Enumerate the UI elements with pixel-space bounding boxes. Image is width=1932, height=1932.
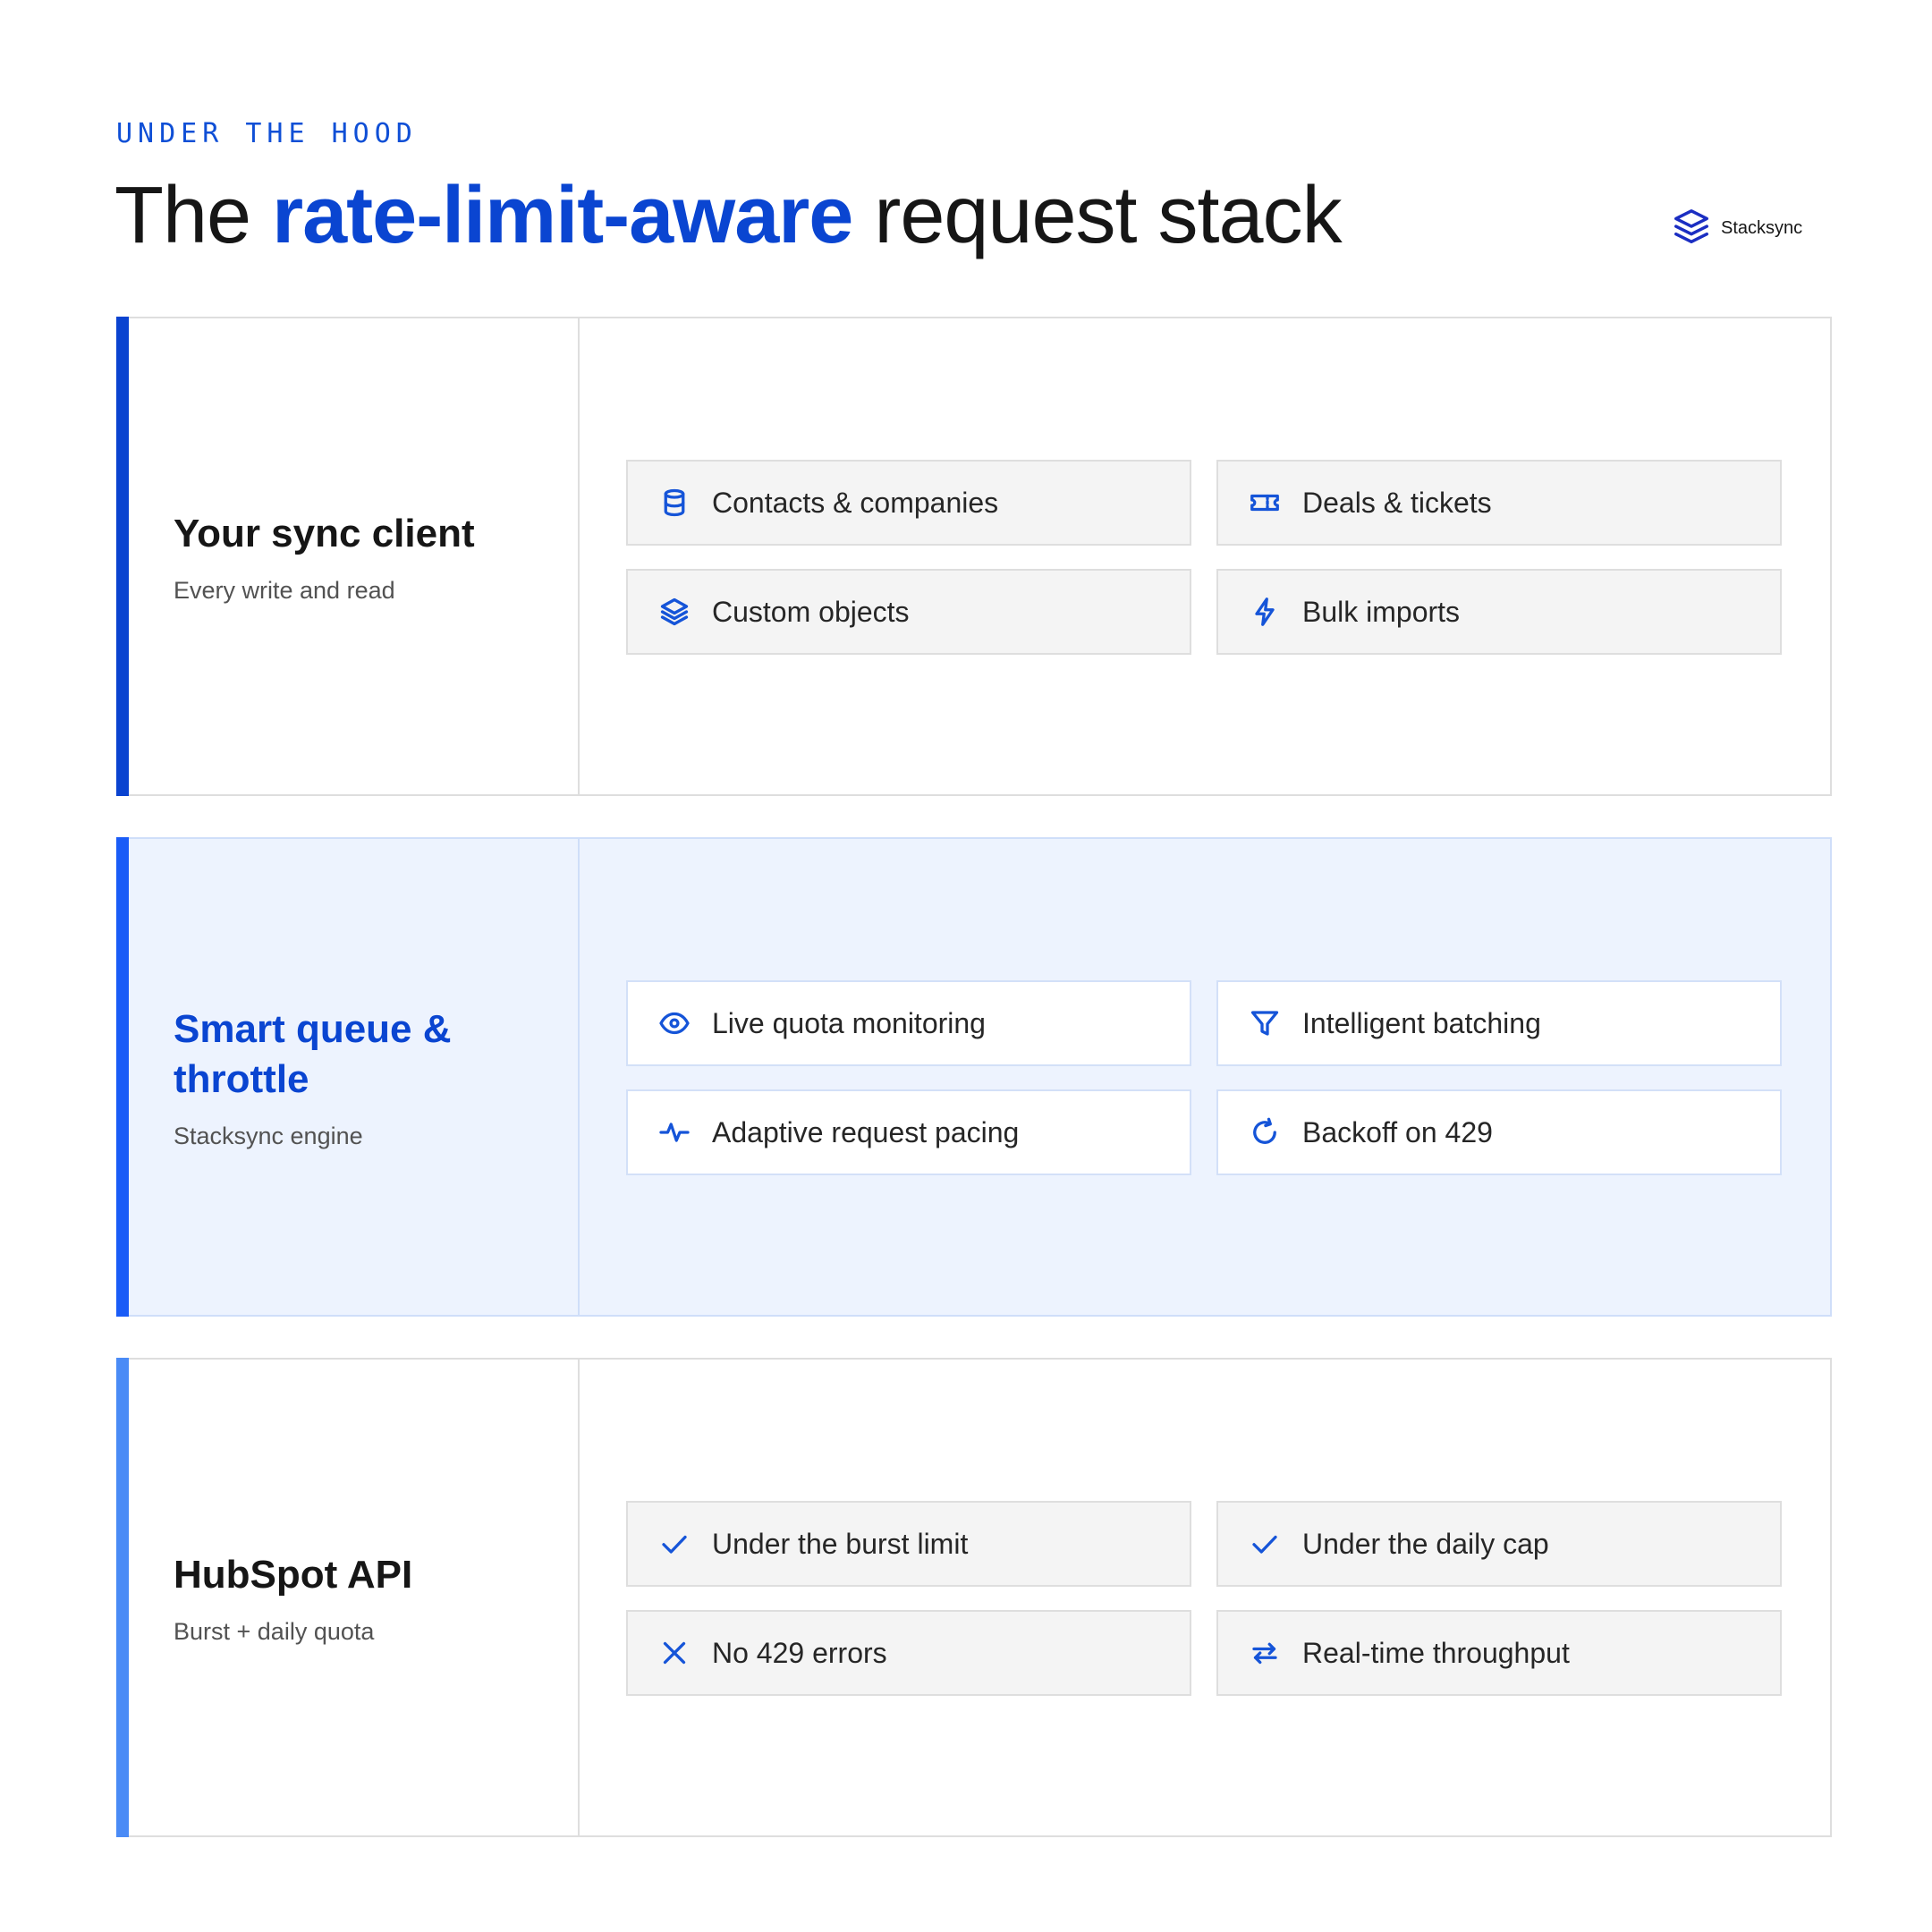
feature-card-quota-monitoring: Live quota monitoring <box>626 980 1191 1066</box>
feature-label: Bulk imports <box>1302 595 1461 628</box>
layer-heading: Smart queue & throttle Stacksync engine <box>118 839 580 1315</box>
layer-sync-client: Your sync client Every write and read Co… <box>116 317 1832 796</box>
lightning-icon <box>1249 596 1281 628</box>
feature-card-bulk-imports: Bulk imports <box>1216 569 1782 655</box>
feature-card-deals: Deals & tickets <box>1216 460 1782 546</box>
feature-grid: Live quota monitoring Intelligent batchi… <box>626 980 1782 1175</box>
feature-label: Under the daily cap <box>1302 1527 1549 1560</box>
feature-card-no-errors: No 429 errors <box>626 1610 1191 1696</box>
feature-grid: Under the burst limit Under the daily ca… <box>626 1501 1782 1696</box>
title-prefix: The <box>114 171 273 260</box>
refresh-icon <box>1249 1116 1281 1148</box>
ticket-icon <box>1249 487 1281 519</box>
feature-card-throughput: Real-time throughput <box>1216 1610 1782 1696</box>
stacksync-logo: Stacksync <box>1671 208 1802 249</box>
filter-icon <box>1249 1007 1281 1039</box>
feature-label: Contacts & companies <box>712 486 999 519</box>
layer-smart-queue: Smart queue & throttle Stacksync engine … <box>116 837 1832 1317</box>
layer-heading: Your sync client Every write and read <box>118 318 580 794</box>
layers-icon <box>658 596 691 628</box>
layer-hubspot-api: HubSpot API Burst + daily quota Under th… <box>116 1358 1832 1837</box>
title-suffix: request stack <box>852 171 1342 260</box>
feature-label: Real-time throughput <box>1302 1636 1570 1669</box>
layer-title: Your sync client <box>174 511 475 555</box>
eyebrow-label: UNDER THE HOOD <box>116 118 418 149</box>
feature-card-batching: Intelligent batching <box>1216 980 1782 1066</box>
feature-grid: Contacts & companies Deals & tickets Cus… <box>626 460 1782 655</box>
check-icon <box>658 1528 691 1560</box>
feature-card-burst-limit: Under the burst limit <box>626 1501 1191 1587</box>
feature-label: Deals & tickets <box>1302 486 1492 519</box>
swap-arrows-icon <box>1249 1637 1281 1669</box>
close-icon <box>658 1637 691 1669</box>
feature-label: Live quota monitoring <box>712 1006 986 1039</box>
title-highlight: rate-limit-aware <box>272 171 853 260</box>
feature-card-contacts: Contacts & companies <box>626 460 1191 546</box>
layer-subtitle: Stacksync engine <box>174 1122 363 1149</box>
feature-label: Adaptive request pacing <box>712 1115 1020 1148</box>
feature-card-backoff: Backoff on 429 <box>1216 1089 1782 1175</box>
stacksync-logo-icon <box>1674 209 1708 244</box>
layer-title: HubSpot API <box>174 1552 413 1597</box>
layer-heading: HubSpot API Burst + daily quota <box>118 1360 580 1835</box>
eye-icon <box>658 1007 691 1039</box>
pulse-icon <box>658 1116 691 1148</box>
feature-card-request-pacing: Adaptive request pacing <box>626 1089 1191 1175</box>
logo-text: Stacksync <box>1721 217 1803 238</box>
feature-label: No 429 errors <box>712 1636 887 1669</box>
feature-label: Custom objects <box>712 595 910 628</box>
feature-card-daily-cap: Under the daily cap <box>1216 1501 1782 1587</box>
layer-subtitle: Every write and read <box>174 576 395 604</box>
layer-subtitle: Burst + daily quota <box>174 1617 375 1645</box>
page-title: The rate-limit-aware request stack <box>114 170 1343 262</box>
feature-card-custom-objects: Custom objects <box>626 569 1191 655</box>
check-icon <box>1249 1528 1281 1560</box>
feature-label: Backoff on 429 <box>1302 1115 1493 1148</box>
layer-title: Smart queue & throttle <box>174 1006 452 1101</box>
database-icon <box>658 487 691 519</box>
feature-label: Intelligent batching <box>1302 1006 1541 1039</box>
feature-label: Under the burst limit <box>712 1527 969 1560</box>
